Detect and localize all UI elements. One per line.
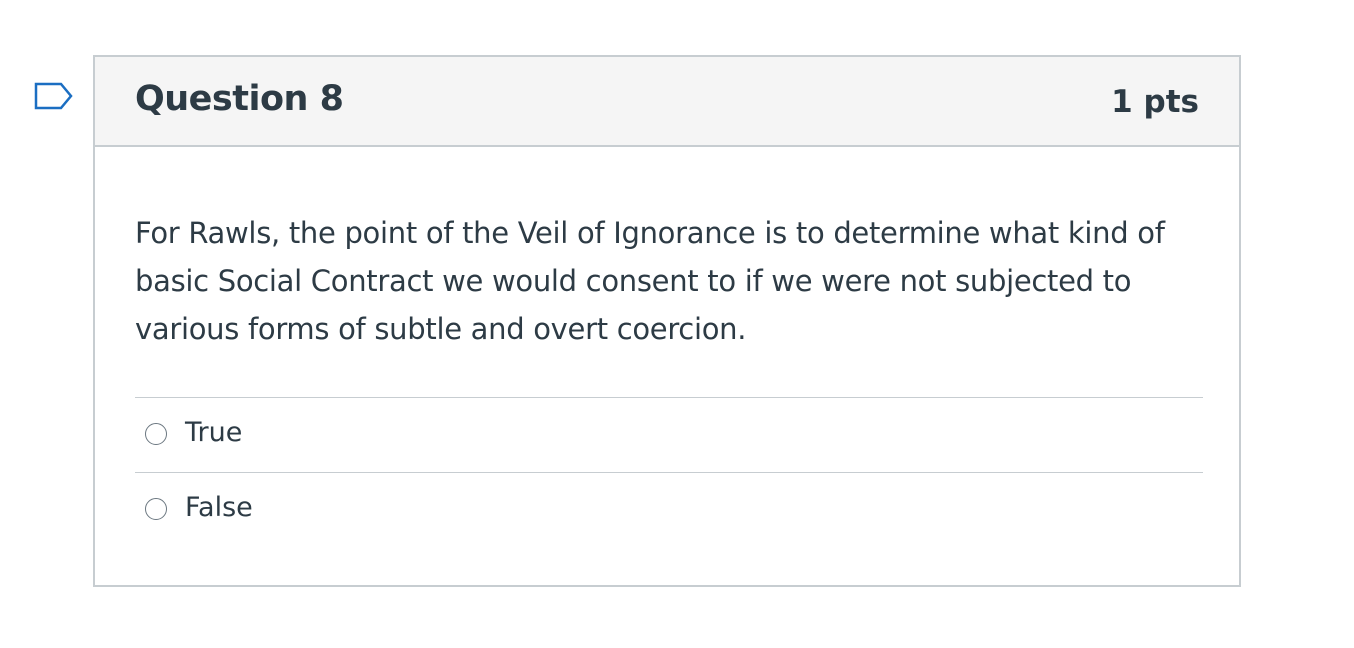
radio-button-false[interactable] [145,498,167,520]
radio-button-true[interactable] [145,423,167,445]
question-text: For Rawls, the point of the Veil of Igno… [135,216,1165,346]
question-header: Question 8 1 pts [95,57,1239,147]
answer-list: True False [135,397,1203,547]
question-title: Question 8 [135,79,344,119]
answer-option-false[interactable]: False [135,472,1203,547]
answer-label-false: False [185,492,253,523]
flag-question-icon[interactable] [34,82,76,116]
question-card: Question 8 1 pts For Rawls, the point of… [93,55,1241,587]
answer-label-true: True [185,417,243,448]
answer-option-true[interactable]: True [135,397,1203,472]
question-points: 1 pts [1111,84,1199,120]
